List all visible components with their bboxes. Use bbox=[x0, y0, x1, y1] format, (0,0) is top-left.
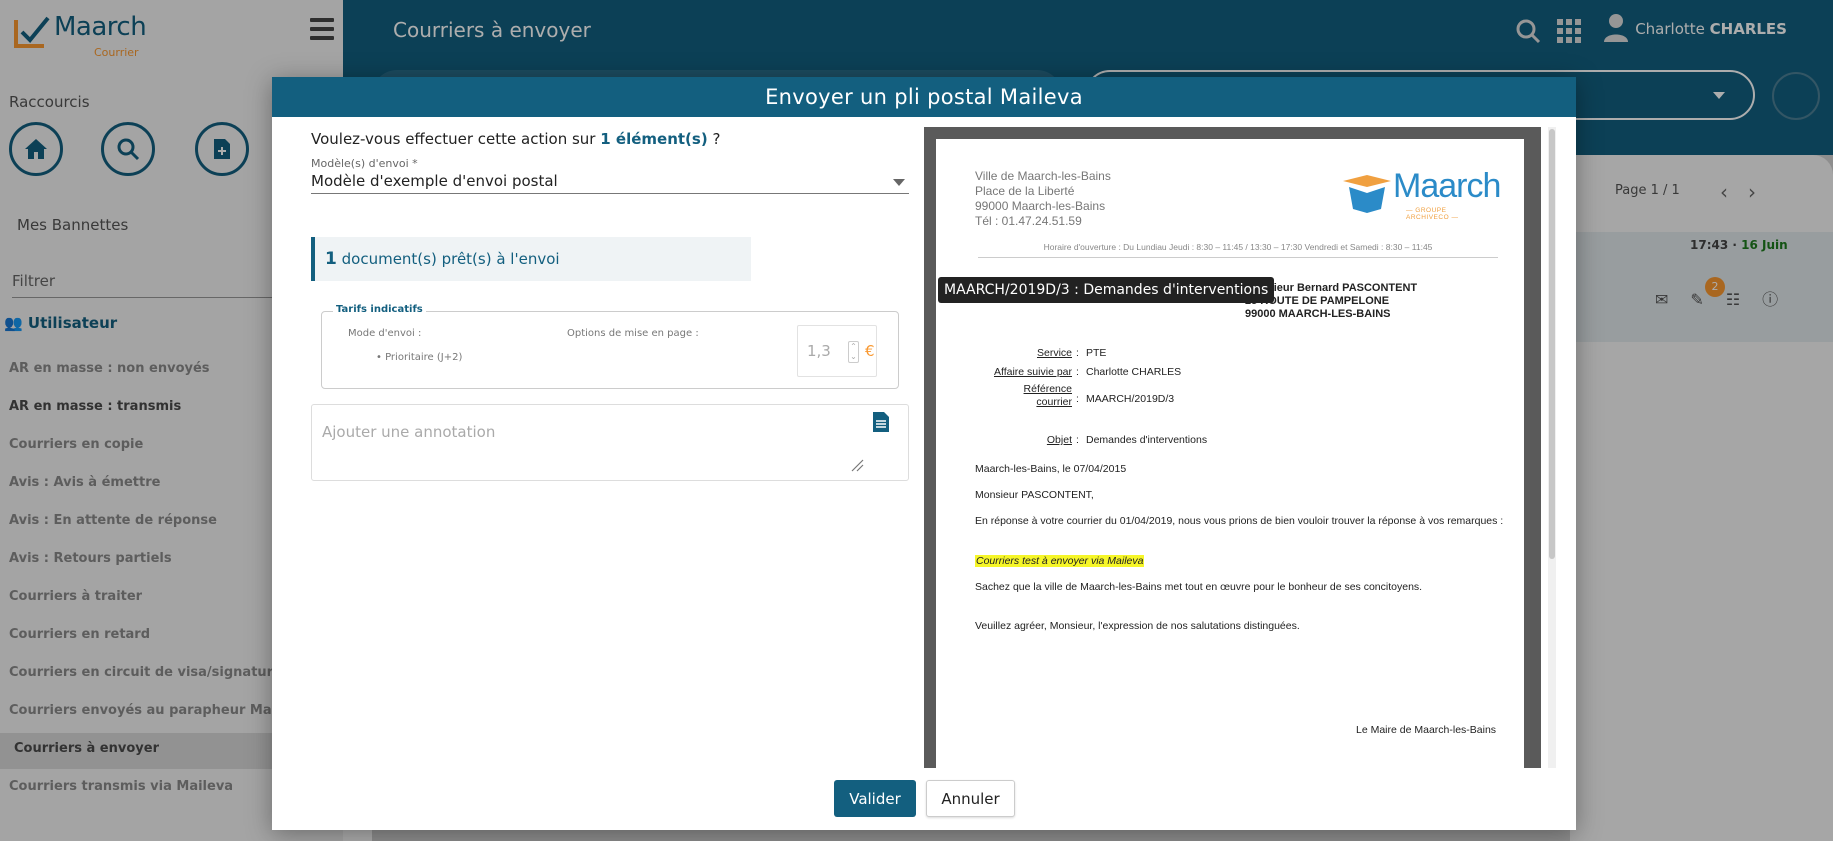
cancel-button[interactable]: Annuler bbox=[926, 780, 1015, 817]
reference-value: MAARCH/2019D/3 bbox=[1086, 393, 1175, 405]
letter-salutation: Monsieur PASCONTENT, bbox=[975, 489, 1094, 501]
ready-text: document(s) prêt(s) à l'envoi bbox=[341, 250, 560, 268]
question-suffix: ? bbox=[712, 130, 721, 148]
recipient-line: 99000 MAARCH-LES-BAINS bbox=[1245, 308, 1391, 320]
letter-sender: Ville de Maarch-les-Bains Place de la Li… bbox=[975, 169, 1111, 229]
field-colon: : bbox=[1076, 434, 1079, 446]
letter-closing: Veuillez agréer, Monsieur, l'expression … bbox=[975, 620, 1300, 632]
model-select[interactable]: Modèle d'exemple d'envoi postal bbox=[311, 172, 909, 194]
annotation-placeholder: Ajouter une annotation bbox=[322, 423, 496, 441]
letter-logo: Maarch — GROUPE ARCHIVECO — bbox=[1341, 167, 1501, 221]
chevron-down-icon bbox=[893, 179, 905, 186]
box-logo-icon bbox=[1343, 175, 1391, 213]
pricing-fieldset: Tarifs indicatifs Mode d'envoi : Options… bbox=[321, 304, 899, 389]
validate-button[interactable]: Valider bbox=[834, 780, 916, 817]
sender-line: 99000 Maarch-les-Bains bbox=[975, 199, 1106, 213]
document-template-icon[interactable] bbox=[872, 411, 890, 433]
affaire-value: Charlotte CHARLES bbox=[1086, 366, 1182, 378]
letter-logo-text: Maarch bbox=[1393, 167, 1501, 205]
preview-scrollbar[interactable] bbox=[1548, 127, 1556, 768]
letter-body-1: En réponse à votre courrier du 01/04/201… bbox=[975, 515, 1504, 527]
field-colon: : bbox=[1076, 347, 1079, 359]
letter-body-2: Sachez que la ville de Maarch-les-Bains … bbox=[975, 581, 1423, 593]
question-count: 1 élément(s) bbox=[600, 130, 708, 148]
document-tooltip: MAARCH/2019D/3 : Demandes d'intervention… bbox=[938, 277, 1275, 303]
layout-options-label: Options de mise en page : bbox=[567, 328, 699, 339]
price-field: 1,3 ⌃ ⌄ € bbox=[797, 325, 877, 377]
question-prefix: Voulez-vous effectuer cette action sur bbox=[311, 130, 596, 148]
service-label: Service bbox=[1036, 347, 1072, 359]
reference-label-1: Référence bbox=[1023, 383, 1072, 395]
scrollbar-thumb[interactable] bbox=[1549, 129, 1555, 559]
sender-line: Ville de Maarch-les-Bains bbox=[975, 169, 1111, 183]
object-label: Objet bbox=[1046, 434, 1072, 446]
send-mode-value: • Prioritaire (J+2) bbox=[376, 352, 463, 363]
ready-count: 1 bbox=[325, 249, 337, 269]
model-select-value: Modèle d'exemple d'envoi postal bbox=[311, 172, 558, 190]
sender-line: Place de la Liberté bbox=[975, 184, 1075, 198]
sender-line: Tél : 01.47.24.51.59 bbox=[975, 214, 1082, 228]
action-question: Voulez-vous effectuer cette action sur 1… bbox=[311, 130, 720, 148]
send-mode-label: Mode d'envoi : bbox=[348, 328, 422, 339]
letter-logo-subtitle: — GROUPE ARCHIVECO — bbox=[1406, 207, 1459, 221]
model-field-label: Modèle(s) d'envoi * bbox=[311, 157, 418, 170]
reference-label-2: courrier bbox=[1036, 396, 1072, 408]
maileva-send-modal: Envoyer un pli postal Maileva Voulez-vou… bbox=[272, 77, 1576, 830]
service-value: PTE bbox=[1086, 347, 1107, 359]
field-colon: : bbox=[1076, 393, 1079, 405]
affaire-label: Affaire suivie par bbox=[993, 366, 1072, 378]
annotation-textarea[interactable]: Ajouter une annotation bbox=[311, 404, 909, 481]
document-preview[interactable]: Ville de Maarch-les-Bains Place de la Li… bbox=[924, 127, 1541, 768]
modal-title: Envoyer un pli postal Maileva bbox=[272, 77, 1576, 117]
opening-hours: Horaire d'ouverture : Du Lundiau Jeudi :… bbox=[978, 242, 1498, 258]
letter-page: Ville de Maarch-les-Bains Place de la Li… bbox=[936, 139, 1524, 768]
ready-documents-info: 1 document(s) prêt(s) à l'envoi bbox=[311, 237, 751, 281]
price-stepper: ⌃ ⌄ bbox=[848, 341, 859, 363]
letter-signature: Le Maire de Maarch-les-Bains bbox=[1356, 724, 1497, 736]
object-value: Demandes d'interventions bbox=[1086, 434, 1208, 446]
letter-place-date: Maarch-les-Bains, le 07/04/2015 bbox=[975, 463, 1127, 475]
letter-highlight: Courriers test à envoyer via Maileva bbox=[975, 555, 1145, 567]
currency-symbol: € bbox=[865, 342, 875, 360]
field-colon: : bbox=[1076, 366, 1079, 378]
pricing-legend: Tarifs indicatifs bbox=[333, 304, 426, 315]
price-value: 1,3 bbox=[807, 342, 831, 360]
resize-handle-icon[interactable] bbox=[850, 458, 864, 472]
